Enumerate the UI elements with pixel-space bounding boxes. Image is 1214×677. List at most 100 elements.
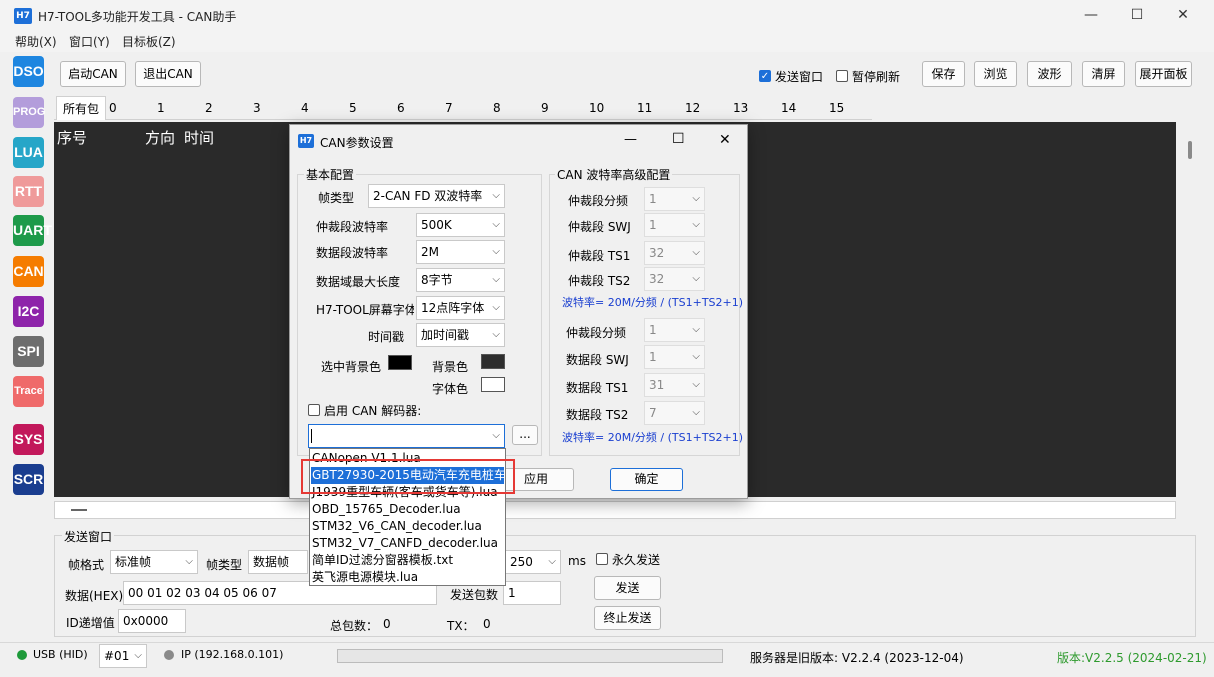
ok-button[interactable]: 确定 <box>610 468 683 491</box>
data-ts1-label: 数据段 TS1 <box>566 381 629 395</box>
minimize-button[interactable]: — <box>1068 0 1114 30</box>
frame-type-select[interactable]: 数据帧 <box>248 550 308 574</box>
decoder-option[interactable]: STM32_V6_CAN_decoder.lua <box>311 518 504 535</box>
send-button[interactable]: 发送 <box>594 576 661 600</box>
font-select[interactable]: 12点阵字体 ⌵ <box>416 296 505 320</box>
device-select[interactable]: #01 ⌵ <box>99 644 147 668</box>
tab-12[interactable]: 12 <box>682 96 730 120</box>
data-div-label: 仲裁段分频 <box>566 326 627 340</box>
wave-button[interactable]: 波形 <box>1027 61 1072 87</box>
tab-7[interactable]: 7 <box>442 96 490 120</box>
dialog-minimize-button[interactable]: — <box>624 132 637 147</box>
fg-swatch[interactable] <box>481 377 505 392</box>
tool-uart-button[interactable]: UART <box>13 215 52 246</box>
decoder-select[interactable]: ⌵ <box>308 424 505 448</box>
scroll-thumb[interactable] <box>1188 141 1192 159</box>
decoder-option[interactable]: 简单ID过滤分窗器模板.txt <box>311 552 504 569</box>
arb-swj-select[interactable]: 1 ⌵ <box>644 213 705 237</box>
maximize-button[interactable]: ☐ <box>1114 0 1160 30</box>
send-count-input[interactable]: 1 <box>503 581 561 605</box>
arb-ts1-select[interactable]: 32 ⌵ <box>644 241 705 265</box>
tab-3[interactable]: 3 <box>250 96 298 120</box>
tool-spi-button[interactable]: SPI <box>13 336 44 367</box>
data-len-select[interactable]: 8字节 ⌵ <box>416 268 505 292</box>
id-increment-input[interactable]: 0x0000 <box>118 609 186 633</box>
clear-button[interactable]: 清屏 <box>1082 61 1125 87</box>
tool-prog-button[interactable]: PROG <box>13 97 45 128</box>
decoder-browse-button[interactable]: ... <box>512 425 538 445</box>
bg-swatch[interactable] <box>481 354 505 369</box>
data-ts1-select[interactable]: 31 ⌵ <box>644 373 705 397</box>
start-can-button[interactable]: 启动CAN <box>60 61 126 87</box>
tool-can-button[interactable]: CAN <box>13 256 44 287</box>
horizontal-scrollbar[interactable] <box>54 501 1176 519</box>
data-ts2-label: 数据段 TS2 <box>566 408 629 422</box>
data-div-select[interactable]: 1 ⌵ <box>644 318 705 342</box>
exit-can-button[interactable]: 退出CAN <box>135 61 201 87</box>
close-button[interactable]: ✕ <box>1160 0 1206 30</box>
pause-refresh-checkbox[interactable] <box>836 70 848 82</box>
dialog-close-button[interactable]: ✕ <box>719 132 731 148</box>
tab-all[interactable]: 所有包 <box>56 96 106 120</box>
data-baud-select[interactable]: 2M ⌵ <box>416 240 505 264</box>
tab-9[interactable]: 9 <box>538 96 586 120</box>
forever-send-checkbox[interactable] <box>596 553 608 565</box>
dialog-maximize-button[interactable]: ☐ <box>672 131 685 147</box>
stop-send-button[interactable]: 终止发送 <box>594 606 661 630</box>
tab-2[interactable]: 2 <box>202 96 250 120</box>
decoder-option[interactable]: 英飞源电源模块.lua <box>311 569 504 586</box>
selected-bg-swatch[interactable] <box>388 355 412 370</box>
period-select[interactable]: 250 ⌵ <box>505 550 561 574</box>
vertical-scrollbar[interactable] <box>1180 122 1194 520</box>
frame-format-select[interactable]: 标准帧 ⌵ <box>110 550 198 574</box>
tool-i2c-button[interactable]: I2C <box>13 296 44 327</box>
tool-trace-button[interactable]: Trace <box>13 376 44 407</box>
data-swj-value: 1 <box>649 350 657 364</box>
menu-window[interactable]: 窗口(Y) <box>69 33 110 50</box>
advanced-config-legend: CAN 波特率高级配置 <box>555 166 673 183</box>
chevron-down-icon: ⌵ <box>492 219 500 230</box>
tool-lua-button[interactable]: LUA <box>13 137 44 168</box>
decoder-option[interactable]: STM32_V7_CANFD_decoder.lua <box>311 535 504 552</box>
timestamp-select[interactable]: 加时间戳 ⌵ <box>416 323 505 347</box>
tool-dso-button[interactable]: DSO <box>13 56 44 87</box>
ip-status-label: IP (192.168.0.101) <box>181 648 284 661</box>
browse-button[interactable]: 浏览 <box>974 61 1017 87</box>
arb-baud-select[interactable]: 500K ⌵ <box>416 213 505 237</box>
data-swj-select[interactable]: 1 ⌵ <box>644 345 705 369</box>
arb-div-select[interactable]: 1 ⌵ <box>644 187 705 211</box>
tab-13[interactable]: 13 <box>730 96 778 120</box>
send-window-checkbox[interactable]: ✓ <box>759 70 771 82</box>
tab-14[interactable]: 14 <box>778 96 826 120</box>
total-count-value: 0 <box>383 617 391 631</box>
tab-1[interactable]: 1 <box>154 96 202 120</box>
decoder-option[interactable]: OBD_15765_Decoder.lua <box>311 501 504 518</box>
tab-8[interactable]: 8 <box>490 96 538 120</box>
tab-5[interactable]: 5 <box>346 96 394 120</box>
frame-type-select[interactable]: 2-CAN FD 双波特率 ⌵ <box>368 184 505 208</box>
menu-help[interactable]: 帮助(X) <box>15 33 57 50</box>
chevron-down-icon: ⌵ <box>692 273 700 284</box>
enable-decoder-label: 启用 CAN 解码器: <box>324 404 422 418</box>
data-ts2-select[interactable]: 7 ⌵ <box>644 401 705 425</box>
data-ts2-value: 7 <box>649 406 657 420</box>
menu-target[interactable]: 目标板(Z) <box>122 33 176 50</box>
save-button[interactable]: 保存 <box>922 61 965 87</box>
chevron-down-icon: ⌵ <box>492 190 500 201</box>
fg-label: 字体色 <box>432 382 469 396</box>
expand-panel-button[interactable]: 展开面板 <box>1135 61 1192 87</box>
tab-15[interactable]: 15 <box>826 96 874 120</box>
tab-4[interactable]: 4 <box>298 96 346 120</box>
tab-11[interactable]: 11 <box>634 96 682 120</box>
chevron-down-icon: ⌵ <box>492 274 500 285</box>
tab-10[interactable]: 10 <box>586 96 634 120</box>
tab-6[interactable]: 6 <box>394 96 442 120</box>
scroll-thumb-h[interactable] <box>71 509 87 511</box>
tab-0[interactable]: 0 <box>106 96 154 120</box>
arb-swj-value: 1 <box>649 218 657 232</box>
tool-rtt-button[interactable]: RTT <box>13 176 44 207</box>
tool-sys-button[interactable]: SYS <box>13 424 44 455</box>
tool-scr-button[interactable]: SCR <box>13 464 44 495</box>
arb-ts2-select[interactable]: 32 ⌵ <box>644 267 705 291</box>
enable-decoder-checkbox[interactable] <box>308 404 320 416</box>
